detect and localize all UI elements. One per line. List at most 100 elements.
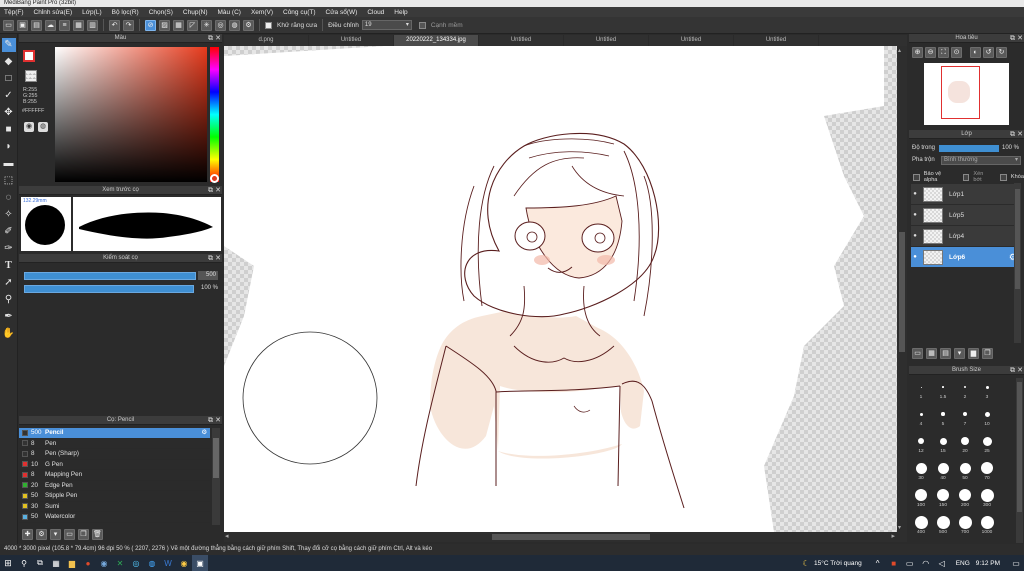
brush-size-option[interactable]: 25	[977, 434, 997, 454]
brush-opacity-slider[interactable]	[24, 285, 194, 293]
hue-handle[interactable]	[210, 174, 219, 183]
brush-size-option[interactable]: 4	[911, 407, 931, 427]
menu-item[interactable]: Chụp(N)	[183, 9, 208, 16]
menu-item[interactable]: Lớp(L)	[82, 9, 101, 16]
grid-icon[interactable]: ▦	[73, 19, 84, 31]
document-tab[interactable]: d.png	[224, 35, 309, 46]
brush-list-item[interactable]: 50 Stipple Pen	[19, 491, 210, 502]
close-icon[interactable]: ✕	[215, 34, 221, 43]
bucket-tool-icon[interactable]: ◗	[2, 140, 16, 154]
brush-size-slider[interactable]	[24, 272, 196, 280]
duplicate-brush-icon[interactable]: ❐	[78, 529, 89, 540]
select-eraser-tool-icon[interactable]: ✑	[2, 242, 16, 256]
chrome-icon[interactable]: ◉	[176, 555, 192, 571]
chevron-up-icon[interactable]: ▴	[898, 47, 901, 54]
snap-parallel-icon[interactable]: ▨	[159, 19, 170, 31]
layer-opacity-slider[interactable]	[939, 145, 999, 152]
menu-item[interactable]: Cloud	[367, 9, 384, 16]
medibang-taskbar-icon[interactable]: ▣	[192, 555, 208, 571]
brush-size-option[interactable]: 400	[911, 515, 931, 535]
visibility-icon[interactable]: ●	[911, 254, 919, 260]
cloud-save-icon[interactable]: ☁	[45, 19, 56, 31]
layer-item[interactable]: ● Lớp1	[911, 184, 1020, 204]
layer-item[interactable]: ● Lớp4	[911, 226, 1020, 246]
navigator-thumbnail[interactable]	[924, 63, 1009, 125]
close-icon[interactable]: ✕	[215, 186, 221, 195]
marquee-tool-icon[interactable]: ⬚	[2, 174, 16, 188]
brush-size-option[interactable]: 15	[933, 434, 953, 454]
zoom-in-icon[interactable]: ⊕	[912, 47, 923, 58]
close-icon[interactable]: ✕	[1017, 366, 1023, 375]
brush-size-option[interactable]: 70	[977, 461, 997, 481]
brush-size-option[interactable]: 40	[933, 461, 953, 481]
settings-icon[interactable]: ▥	[87, 19, 98, 31]
zoom-out-icon[interactable]: ⊖	[925, 47, 936, 58]
visibility-icon[interactable]: ●	[911, 233, 919, 239]
layer-scrollbar[interactable]	[1014, 183, 1021, 343]
open-file-icon[interactable]: ▣	[17, 19, 28, 31]
chevron-left-icon[interactable]: ◂	[225, 532, 229, 540]
brush-size-option[interactable]: 7	[955, 407, 975, 427]
brush-list-item[interactable]: 8 Mapping Pen	[19, 470, 210, 481]
snap-vanishing-icon[interactable]: ◸	[187, 19, 198, 31]
move-tool-icon[interactable]: ✥	[2, 106, 16, 120]
messenger-icon[interactable]: ◎	[128, 555, 144, 571]
new-color-layer-icon[interactable]: ▤	[940, 348, 951, 359]
calculator-icon[interactable]: ▦	[48, 555, 64, 571]
menu-item[interactable]: Xem(V)	[251, 9, 273, 16]
picker-icon[interactable]: ◍	[38, 122, 48, 132]
undock-icon[interactable]: ⧉	[208, 186, 213, 195]
brush-size-option[interactable]: 20	[955, 434, 975, 454]
snap-radial-icon[interactable]: ✳	[201, 19, 212, 31]
new-file-icon[interactable]: ▭	[3, 19, 14, 31]
snap-cross-icon[interactable]: ▦	[173, 19, 184, 31]
layer-item[interactable]: ● Lớp5	[911, 205, 1020, 225]
antialias-checkbox[interactable]	[265, 21, 272, 29]
brush-list-item[interactable]: 8 Pen	[19, 439, 210, 449]
brush-size-option[interactable]: 12	[911, 434, 931, 454]
brush-tool-icon[interactable]: ✎	[1, 38, 16, 52]
brush-list-scrollbar[interactable]	[212, 428, 220, 525]
document-tab[interactable]: Untitled	[734, 35, 819, 46]
undock-icon[interactable]: ⧉	[1010, 366, 1015, 375]
brush-list-item[interactable]: 10 G Pen	[19, 460, 210, 470]
brush-list-item[interactable]: 20 Edge Pen	[19, 481, 210, 491]
fill-shape-tool-icon[interactable]: ■	[2, 123, 16, 137]
hscroll-thumb[interactable]	[492, 534, 650, 540]
brush-folder-icon[interactable]: ▭	[64, 529, 75, 540]
adjust-select[interactable]: 19 ▾	[361, 20, 412, 30]
rotate-left-icon[interactable]: ↺	[983, 47, 994, 58]
zoom-actual-icon[interactable]: ⊙	[951, 47, 962, 58]
add-brush-icon[interactable]: ✚	[22, 529, 33, 540]
dot-tool-icon[interactable]: □	[2, 72, 16, 86]
clipping-checkbox[interactable]	[962, 173, 970, 181]
search-icon[interactable]: ⚲	[16, 555, 32, 571]
brush-size-option[interactable]: 1.5	[933, 380, 953, 400]
vscroll-thumb[interactable]	[899, 232, 905, 352]
canvas-area[interactable]	[224, 46, 897, 532]
menu-item[interactable]: Chọn(S)	[149, 9, 173, 16]
brush-size-option[interactable]: 100	[911, 488, 931, 508]
document-tab[interactable]: Untitled	[309, 35, 394, 46]
background-color-swatch[interactable]	[25, 70, 37, 82]
folder-icon[interactable]: ▆	[64, 555, 80, 571]
layer-item[interactable]: ● Lớp6 ⚙	[911, 247, 1020, 267]
new-halftone-layer-icon[interactable]: ▦	[926, 348, 937, 359]
brush-size-option[interactable]: 2	[955, 380, 975, 400]
brush-size-option[interactable]: 1	[911, 380, 931, 400]
notification-icon[interactable]: ▭	[1008, 555, 1024, 571]
blend-select[interactable]: Bình thường ▾	[941, 156, 1021, 165]
snap-curve-icon[interactable]: ◍	[229, 19, 240, 31]
gradient-tool-icon[interactable]: ▬	[2, 157, 16, 171]
delete-brush-icon[interactable]: 🗑	[92, 529, 103, 540]
menu-item[interactable]: Công cụ(T)	[283, 9, 316, 16]
fit-icon[interactable]: ⛶	[938, 47, 949, 58]
volume-icon[interactable]: ◁	[934, 555, 950, 571]
snap-off-icon[interactable]: ⊘	[145, 19, 156, 31]
undock-icon[interactable]: ⧉	[208, 254, 213, 263]
brush-settings-icon[interactable]: ⚙	[201, 429, 207, 436]
brush-size-value[interactable]: 500	[198, 271, 218, 280]
excel-icon[interactable]: ✕	[112, 555, 128, 571]
menu-item[interactable]: Help	[394, 9, 407, 16]
visibility-icon[interactable]: ●	[911, 212, 919, 218]
